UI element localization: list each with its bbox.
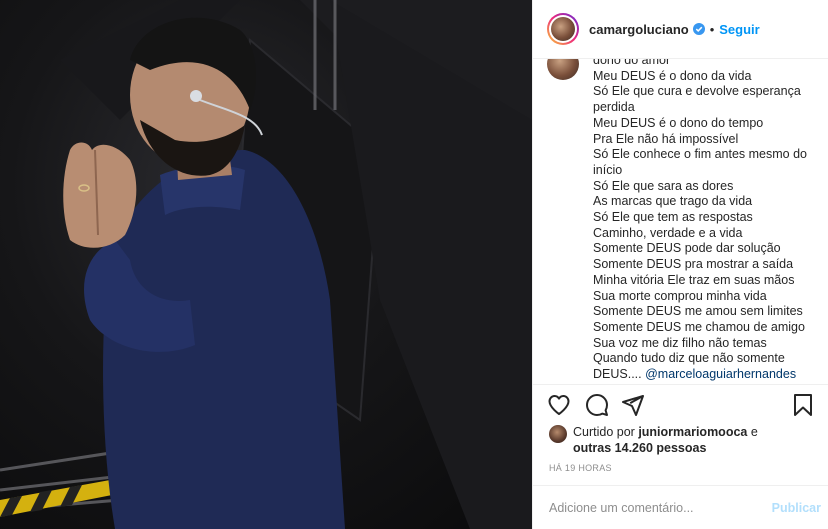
bookmark-icon[interactable] bbox=[791, 393, 815, 417]
caption-line: perdida bbox=[593, 100, 635, 115]
caption-line-last: DEUS.... @marceloaguiarhernandes bbox=[593, 367, 821, 383]
caption-line-prefix: DEUS.... bbox=[593, 367, 646, 382]
verified-badge-icon bbox=[692, 23, 705, 35]
mention-link[interactable]: @marceloaguiarhernandes bbox=[645, 367, 796, 381]
caption-line: Meu DEUS é o dono do tempo bbox=[593, 115, 764, 130]
likes-others-link[interactable]: outras 14.260 pessoas bbox=[573, 441, 706, 455]
caption-line: Minha vitória Ele traz em suas mãos bbox=[593, 272, 795, 287]
comment-input[interactable] bbox=[549, 500, 772, 515]
caption-line: Sua voz me diz filho não temas bbox=[593, 335, 767, 350]
comment-icon[interactable] bbox=[585, 393, 609, 417]
caption-line: Somente DEUS pode dar solução bbox=[593, 241, 781, 256]
header-divider bbox=[533, 58, 828, 59]
post-timestamp[interactable]: HÁ 19 HORAS bbox=[549, 463, 612, 473]
action-bar bbox=[533, 393, 828, 419]
caption-line: Meu DEUS é o dono da vida bbox=[593, 68, 752, 83]
post-header: camargoluciano • Seguir bbox=[533, 0, 828, 58]
hazard-stripe bbox=[0, 480, 112, 517]
separator-dot: • bbox=[709, 21, 715, 37]
caption-line: Só Ele que tem as respostas bbox=[593, 210, 753, 225]
share-icon[interactable] bbox=[621, 393, 645, 417]
heart-icon[interactable] bbox=[547, 393, 571, 417]
likes-prefix: Curtido por bbox=[573, 425, 639, 439]
caption-scroll-area[interactable]: dono do amor Meu DEUS é o dono da vida S… bbox=[533, 40, 828, 384]
comment-form: Publicar bbox=[549, 486, 821, 529]
caption-line: Pra Ele não há impossível bbox=[593, 131, 739, 146]
caption-line: Só Ele que cura e devolve esperança bbox=[593, 84, 801, 99]
actions-divider bbox=[533, 384, 828, 385]
caption-line: Quando tudo diz que não somente bbox=[593, 351, 785, 366]
caption-line: Somente DEUS pra mostrar a saída bbox=[593, 257, 794, 272]
caption-text: dono do amor Meu DEUS é o dono da vida S… bbox=[593, 53, 821, 383]
post-details-panel: dono do amor Meu DEUS é o dono da vida S… bbox=[532, 0, 828, 529]
likes-connector: e bbox=[747, 425, 758, 439]
caption-line: Só Ele que sara as dores bbox=[593, 178, 734, 193]
follow-button[interactable]: Seguir bbox=[719, 22, 759, 37]
liker-avatar[interactable] bbox=[549, 425, 567, 443]
caption-line: Caminho, verdade e a vida bbox=[593, 225, 743, 240]
caption-line: Somente DEUS me chamou de amigo bbox=[593, 319, 805, 334]
likes-summary: Curtido por juniormariomooca e outras 14… bbox=[549, 424, 819, 456]
caption-line: Sua morte comprou minha vida bbox=[593, 288, 767, 303]
caption-line: Só Ele conhece o fim antes mesmo do bbox=[593, 147, 808, 162]
publish-button[interactable]: Publicar bbox=[772, 501, 821, 515]
caption-line: início bbox=[593, 162, 623, 177]
photo-illustration bbox=[0, 0, 532, 529]
author-username[interactable]: camargoluciano bbox=[589, 22, 689, 37]
author-avatar[interactable] bbox=[547, 13, 579, 45]
post-photo[interactable] bbox=[0, 0, 532, 529]
caption-line: Somente DEUS me amou sem limites bbox=[593, 304, 803, 319]
liker-username[interactable]: juniormariomooca bbox=[638, 425, 747, 439]
caption-line: As marcas que trago da vida bbox=[593, 194, 753, 209]
instagram-post-modal: dono do amor Meu DEUS é o dono da vida S… bbox=[0, 0, 828, 529]
likes-text: Curtido por juniormariomooca e outras 14… bbox=[573, 424, 758, 456]
praying-hands bbox=[63, 142, 137, 248]
